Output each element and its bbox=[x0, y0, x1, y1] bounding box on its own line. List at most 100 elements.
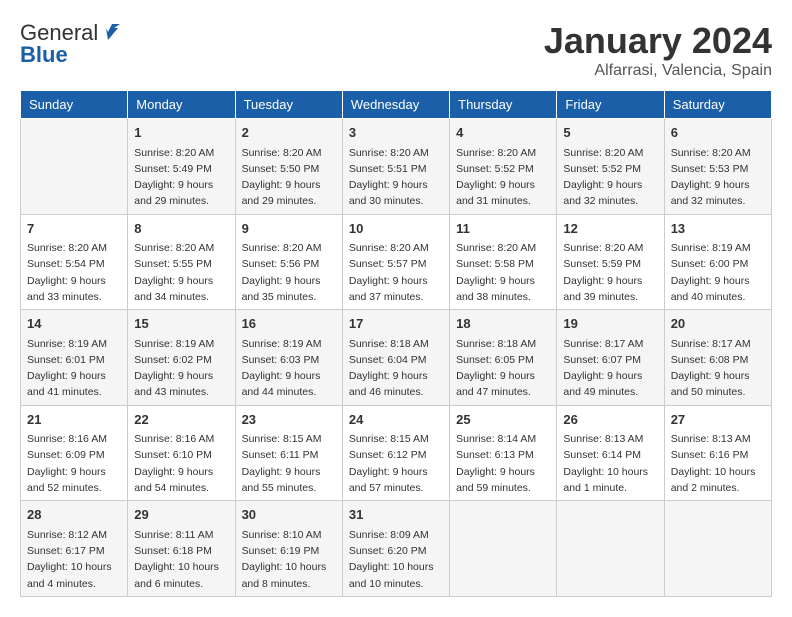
calendar-row-3: 14Sunrise: 8:19 AMSunset: 6:01 PMDayligh… bbox=[21, 310, 772, 406]
day-info: Sunrise: 8:12 AMSunset: 6:17 PMDaylight:… bbox=[27, 527, 121, 592]
calendar-cell bbox=[664, 501, 771, 597]
calendar-row-1: 1Sunrise: 8:20 AMSunset: 5:49 PMDaylight… bbox=[21, 119, 772, 215]
calendar-cell: 25Sunrise: 8:14 AMSunset: 6:13 PMDayligh… bbox=[450, 405, 557, 501]
month-title: January 2024 bbox=[544, 20, 772, 62]
calendar-row-5: 28Sunrise: 8:12 AMSunset: 6:17 PMDayligh… bbox=[21, 501, 772, 597]
day-number: 19 bbox=[563, 314, 657, 334]
calendar-cell: 19Sunrise: 8:17 AMSunset: 6:07 PMDayligh… bbox=[557, 310, 664, 406]
day-info: Sunrise: 8:20 AMSunset: 5:53 PMDaylight:… bbox=[671, 145, 765, 210]
day-info: Sunrise: 8:11 AMSunset: 6:18 PMDaylight:… bbox=[134, 527, 228, 592]
day-number: 4 bbox=[456, 123, 550, 143]
calendar-cell: 6Sunrise: 8:20 AMSunset: 5:53 PMDaylight… bbox=[664, 119, 771, 215]
day-info: Sunrise: 8:20 AMSunset: 5:58 PMDaylight:… bbox=[456, 240, 550, 305]
day-info: Sunrise: 8:13 AMSunset: 6:14 PMDaylight:… bbox=[563, 431, 657, 496]
day-info: Sunrise: 8:20 AMSunset: 5:51 PMDaylight:… bbox=[349, 145, 443, 210]
calendar-cell: 26Sunrise: 8:13 AMSunset: 6:14 PMDayligh… bbox=[557, 405, 664, 501]
day-info: Sunrise: 8:20 AMSunset: 5:50 PMDaylight:… bbox=[242, 145, 336, 210]
calendar-cell: 3Sunrise: 8:20 AMSunset: 5:51 PMDaylight… bbox=[342, 119, 449, 215]
day-number: 31 bbox=[349, 505, 443, 525]
day-number: 1 bbox=[134, 123, 228, 143]
calendar-cell: 16Sunrise: 8:19 AMSunset: 6:03 PMDayligh… bbox=[235, 310, 342, 406]
calendar-cell: 21Sunrise: 8:16 AMSunset: 6:09 PMDayligh… bbox=[21, 405, 128, 501]
calendar-cell bbox=[21, 119, 128, 215]
calendar-cell: 8Sunrise: 8:20 AMSunset: 5:55 PMDaylight… bbox=[128, 214, 235, 310]
day-info: Sunrise: 8:19 AMSunset: 6:03 PMDaylight:… bbox=[242, 336, 336, 401]
day-number: 7 bbox=[27, 219, 121, 239]
day-info: Sunrise: 8:20 AMSunset: 5:56 PMDaylight:… bbox=[242, 240, 336, 305]
day-number: 22 bbox=[134, 410, 228, 430]
day-number: 18 bbox=[456, 314, 550, 334]
calendar-cell: 18Sunrise: 8:18 AMSunset: 6:05 PMDayligh… bbox=[450, 310, 557, 406]
day-info: Sunrise: 8:13 AMSunset: 6:16 PMDaylight:… bbox=[671, 431, 765, 496]
calendar-body: 1Sunrise: 8:20 AMSunset: 5:49 PMDaylight… bbox=[21, 119, 772, 597]
location: Alfarrasi, Valencia, Spain bbox=[544, 62, 772, 80]
page-header: General Blue January 2024 Alfarrasi, Val… bbox=[20, 20, 772, 80]
title-block: January 2024 Alfarrasi, Valencia, Spain bbox=[544, 20, 772, 80]
day-info: Sunrise: 8:20 AMSunset: 5:54 PMDaylight:… bbox=[27, 240, 121, 305]
day-info: Sunrise: 8:20 AMSunset: 5:57 PMDaylight:… bbox=[349, 240, 443, 305]
calendar-cell: 11Sunrise: 8:20 AMSunset: 5:58 PMDayligh… bbox=[450, 214, 557, 310]
day-number: 21 bbox=[27, 410, 121, 430]
day-info: Sunrise: 8:15 AMSunset: 6:11 PMDaylight:… bbox=[242, 431, 336, 496]
calendar-cell: 2Sunrise: 8:20 AMSunset: 5:50 PMDaylight… bbox=[235, 119, 342, 215]
day-number: 29 bbox=[134, 505, 228, 525]
day-number: 16 bbox=[242, 314, 336, 334]
column-header-monday: Monday bbox=[128, 91, 235, 119]
day-number: 15 bbox=[134, 314, 228, 334]
calendar-cell bbox=[557, 501, 664, 597]
calendar-row-2: 7Sunrise: 8:20 AMSunset: 5:54 PMDaylight… bbox=[21, 214, 772, 310]
day-number: 9 bbox=[242, 219, 336, 239]
day-number: 5 bbox=[563, 123, 657, 143]
calendar-cell: 28Sunrise: 8:12 AMSunset: 6:17 PMDayligh… bbox=[21, 501, 128, 597]
calendar-table: SundayMondayTuesdayWednesdayThursdayFrid… bbox=[20, 90, 772, 597]
day-number: 30 bbox=[242, 505, 336, 525]
day-info: Sunrise: 8:20 AMSunset: 5:49 PMDaylight:… bbox=[134, 145, 228, 210]
column-header-tuesday: Tuesday bbox=[235, 91, 342, 119]
day-number: 3 bbox=[349, 123, 443, 143]
day-info: Sunrise: 8:20 AMSunset: 5:52 PMDaylight:… bbox=[563, 145, 657, 210]
column-header-wednesday: Wednesday bbox=[342, 91, 449, 119]
calendar-cell bbox=[450, 501, 557, 597]
calendar-cell: 4Sunrise: 8:20 AMSunset: 5:52 PMDaylight… bbox=[450, 119, 557, 215]
day-number: 23 bbox=[242, 410, 336, 430]
calendar-cell: 1Sunrise: 8:20 AMSunset: 5:49 PMDaylight… bbox=[128, 119, 235, 215]
calendar-cell: 31Sunrise: 8:09 AMSunset: 6:20 PMDayligh… bbox=[342, 501, 449, 597]
calendar-cell: 14Sunrise: 8:19 AMSunset: 6:01 PMDayligh… bbox=[21, 310, 128, 406]
day-info: Sunrise: 8:20 AMSunset: 5:52 PMDaylight:… bbox=[456, 145, 550, 210]
day-info: Sunrise: 8:19 AMSunset: 6:02 PMDaylight:… bbox=[134, 336, 228, 401]
day-info: Sunrise: 8:19 AMSunset: 6:01 PMDaylight:… bbox=[27, 336, 121, 401]
calendar-row-4: 21Sunrise: 8:16 AMSunset: 6:09 PMDayligh… bbox=[21, 405, 772, 501]
calendar-cell: 17Sunrise: 8:18 AMSunset: 6:04 PMDayligh… bbox=[342, 310, 449, 406]
day-number: 13 bbox=[671, 219, 765, 239]
day-number: 20 bbox=[671, 314, 765, 334]
calendar-cell: 20Sunrise: 8:17 AMSunset: 6:08 PMDayligh… bbox=[664, 310, 771, 406]
column-header-friday: Friday bbox=[557, 91, 664, 119]
day-info: Sunrise: 8:16 AMSunset: 6:10 PMDaylight:… bbox=[134, 431, 228, 496]
calendar-cell: 5Sunrise: 8:20 AMSunset: 5:52 PMDaylight… bbox=[557, 119, 664, 215]
day-info: Sunrise: 8:15 AMSunset: 6:12 PMDaylight:… bbox=[349, 431, 443, 496]
day-number: 12 bbox=[563, 219, 657, 239]
day-info: Sunrise: 8:09 AMSunset: 6:20 PMDaylight:… bbox=[349, 527, 443, 592]
day-number: 6 bbox=[671, 123, 765, 143]
day-info: Sunrise: 8:18 AMSunset: 6:05 PMDaylight:… bbox=[456, 336, 550, 401]
logo-bird-icon bbox=[100, 22, 122, 44]
calendar-cell: 10Sunrise: 8:20 AMSunset: 5:57 PMDayligh… bbox=[342, 214, 449, 310]
day-number: 26 bbox=[563, 410, 657, 430]
day-number: 28 bbox=[27, 505, 121, 525]
logo-blue-text: Blue bbox=[20, 42, 68, 68]
day-number: 14 bbox=[27, 314, 121, 334]
day-info: Sunrise: 8:17 AMSunset: 6:08 PMDaylight:… bbox=[671, 336, 765, 401]
calendar-cell: 29Sunrise: 8:11 AMSunset: 6:18 PMDayligh… bbox=[128, 501, 235, 597]
logo: General Blue bbox=[20, 20, 122, 68]
day-info: Sunrise: 8:20 AMSunset: 5:55 PMDaylight:… bbox=[134, 240, 228, 305]
calendar-cell: 13Sunrise: 8:19 AMSunset: 6:00 PMDayligh… bbox=[664, 214, 771, 310]
day-info: Sunrise: 8:14 AMSunset: 6:13 PMDaylight:… bbox=[456, 431, 550, 496]
day-info: Sunrise: 8:20 AMSunset: 5:59 PMDaylight:… bbox=[563, 240, 657, 305]
calendar-cell: 23Sunrise: 8:15 AMSunset: 6:11 PMDayligh… bbox=[235, 405, 342, 501]
day-number: 10 bbox=[349, 219, 443, 239]
calendar-cell: 9Sunrise: 8:20 AMSunset: 5:56 PMDaylight… bbox=[235, 214, 342, 310]
calendar-cell: 7Sunrise: 8:20 AMSunset: 5:54 PMDaylight… bbox=[21, 214, 128, 310]
day-info: Sunrise: 8:18 AMSunset: 6:04 PMDaylight:… bbox=[349, 336, 443, 401]
day-number: 24 bbox=[349, 410, 443, 430]
calendar-cell: 24Sunrise: 8:15 AMSunset: 6:12 PMDayligh… bbox=[342, 405, 449, 501]
